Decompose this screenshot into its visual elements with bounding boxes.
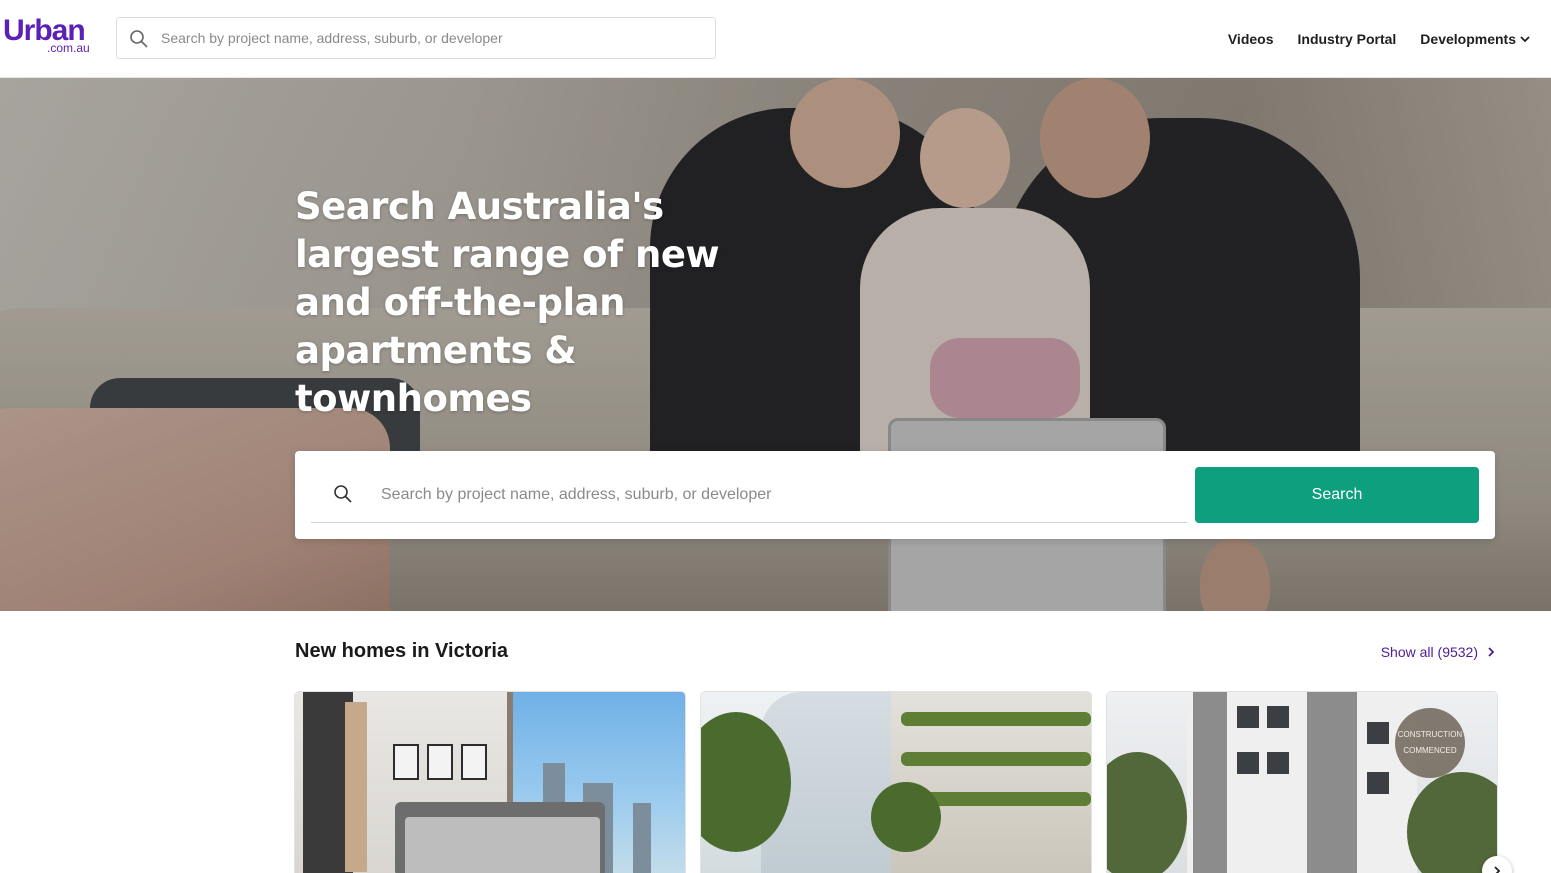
- card-image-bedding: [405, 817, 600, 873]
- card-image-window: [1367, 772, 1389, 794]
- card-image-tree: [871, 782, 941, 852]
- card-image-artwork: [427, 744, 453, 780]
- hero-banner: Search Australia's largest range of new …: [0, 78, 1551, 611]
- card-image-window: [1237, 706, 1259, 728]
- site-header: Urban .com.au Videos Industry Portal Dev…: [0, 0, 1551, 78]
- card-image-artwork: [393, 744, 419, 780]
- section-title: New homes in Victoria: [295, 640, 509, 662]
- carousel-next-button[interactable]: [1482, 856, 1512, 873]
- card-image-window: [1367, 722, 1389, 744]
- card-image-artwork: [461, 744, 487, 780]
- listing-card[interactable]: CONSTRUCTION COMMENCED: [1107, 692, 1497, 873]
- chevron-down-icon: [1520, 36, 1530, 43]
- header-search-box[interactable]: [116, 17, 716, 59]
- hero-search-field[interactable]: [311, 467, 1187, 523]
- search-icon: [130, 30, 148, 48]
- card-image-shelf: [345, 702, 367, 872]
- card-image-tower: [633, 803, 651, 873]
- hero-search-input[interactable]: [381, 475, 1171, 515]
- listing-card[interactable]: [701, 692, 1091, 873]
- nav-developments[interactable]: Developments: [1420, 31, 1531, 47]
- search-button[interactable]: Search: [1195, 467, 1479, 523]
- listing-card[interactable]: [295, 692, 685, 873]
- main-nav: Videos Industry Portal Developments: [1228, 28, 1531, 50]
- logo-domain: .com.au: [47, 41, 90, 55]
- search-icon: [334, 485, 352, 503]
- header-search-input[interactable]: [161, 19, 701, 57]
- nav-videos-label: Videos: [1227, 31, 1274, 47]
- nav-videos[interactable]: Videos: [1228, 31, 1274, 47]
- hero-headline: Search Australia's largest range of new …: [295, 185, 720, 420]
- card-image-column: [1307, 692, 1357, 873]
- card-image-tree: [1407, 772, 1497, 873]
- chevron-right-icon: [1494, 866, 1501, 873]
- urban-logo[interactable]: Urban .com.au: [3, 14, 95, 58]
- chevron-right-icon: [1488, 647, 1495, 657]
- status-badge: CONSTRUCTION COMMENCED: [1395, 708, 1465, 778]
- card-image-window: [1267, 706, 1289, 728]
- show-all-link[interactable]: Show all (9532): [1381, 644, 1496, 660]
- nav-industry-portal[interactable]: Industry Portal: [1298, 31, 1397, 47]
- hero-search-panel: Search: [295, 451, 1495, 539]
- card-image-planter: [901, 712, 1091, 726]
- card-image-window: [1237, 752, 1259, 774]
- nav-industry-portal-label: Industry Portal: [1297, 31, 1397, 47]
- card-image-window: [1267, 752, 1289, 774]
- listing-carousel: CONSTRUCTION COMMENCED: [295, 692, 1497, 873]
- badge-line-1: CONSTRUCTION: [1397, 730, 1463, 739]
- card-image-tree: [1107, 752, 1187, 873]
- card-image-planter: [901, 752, 1091, 766]
- badge-line-2: COMMENCED: [1403, 746, 1457, 755]
- card-image-column: [1193, 692, 1227, 873]
- nav-developments-label: Developments: [1420, 31, 1516, 47]
- show-all-label: Show all (9532): [1380, 644, 1478, 660]
